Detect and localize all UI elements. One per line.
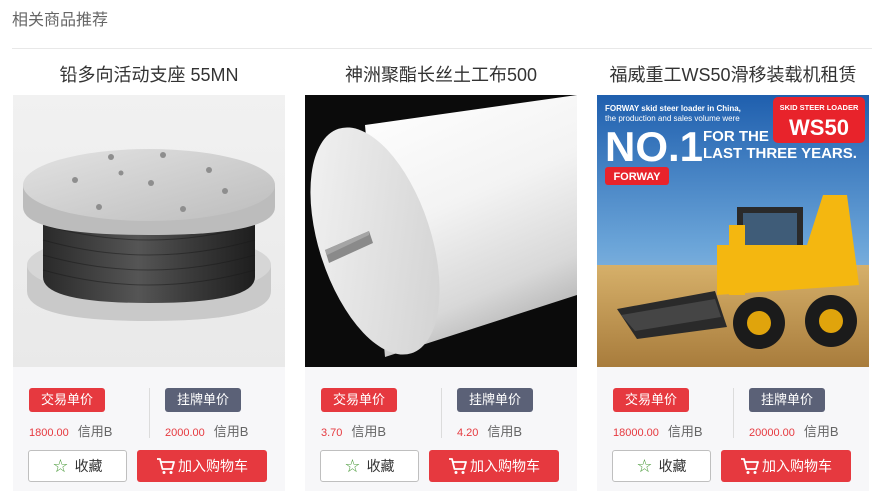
geotextile-roll-image: [305, 95, 577, 367]
product-card: 铅多向活动支座 55MN 交易单价 1800.00 信用B 挂牌单价 2000.…: [13, 49, 285, 491]
add-to-cart-label: 加入购物车: [470, 458, 540, 474]
ad-top-line-2: the production and sales volume were: [605, 114, 740, 123]
trade-price-unit: 信用B: [351, 424, 387, 439]
list-price-value: 2000.00: [165, 427, 205, 439]
price-panel: 交易单价 3.70 信用B 挂牌单价 4.20 信用B ☆ 收藏 加入购物车: [305, 367, 577, 491]
ad-badge-small: SKID STEER LOADER: [780, 103, 859, 112]
product-image[interactable]: [13, 95, 285, 367]
trade-price-value: 18000.00: [613, 427, 659, 439]
favorite-label: 收藏: [366, 458, 395, 474]
ad-logo: FORWAY: [613, 171, 661, 183]
add-to-cart-button[interactable]: 加入购物车: [429, 450, 559, 482]
trade-price-unit: 信用B: [77, 424, 113, 439]
product-card: 神洲聚酯长丝土工布500 交易单价 3.70 信用B 挂牌单价 4.20 信用B…: [305, 49, 577, 491]
cart-icon: [157, 458, 175, 474]
price-panel: 交易单价 18000.00 信用B 挂牌单价 20000.00 信用B ☆ 收藏 加…: [597, 367, 869, 491]
trade-price-tag: 交易单价: [321, 388, 398, 412]
cart-icon: [449, 458, 467, 474]
ad-tagline-2: LAST THREE YEARS.: [703, 145, 857, 162]
ad-headline: NO.1: [605, 123, 703, 170]
trade-price-value: 3.70: [321, 427, 343, 439]
product-title[interactable]: 铅多向活动支座 55MN: [13, 63, 285, 87]
ad-badge-big: WS50: [789, 115, 849, 140]
product-title[interactable]: 神洲聚酯长丝土工布500: [305, 63, 577, 87]
star-icon: ☆: [344, 456, 361, 476]
list-price-unit: 信用B: [803, 424, 839, 439]
list-price-block: 挂牌单价 2000.00 信用B: [165, 388, 248, 440]
product-image[interactable]: FORWAY skid steer loader in China, the p…: [597, 95, 869, 367]
price-divider: [441, 388, 442, 438]
star-icon: ☆: [52, 456, 69, 476]
trade-price-tag: 交易单价: [29, 388, 106, 412]
trade-price-unit: 信用B: [667, 424, 703, 439]
trade-price-block: 交易单价 1800.00 信用B: [29, 388, 112, 440]
favorite-button[interactable]: ☆ 收藏: [28, 450, 127, 482]
add-to-cart-label: 加入购物车: [178, 458, 248, 474]
favorite-button[interactable]: ☆ 收藏: [320, 450, 419, 482]
trade-price-tag: 交易单价: [613, 388, 690, 412]
product-image[interactable]: [305, 95, 577, 367]
list-price-tag: 挂牌单价: [457, 388, 534, 412]
skid-steer-ad-image: FORWAY skid steer loader in China, the p…: [597, 95, 869, 367]
list-price-unit: 信用B: [213, 424, 249, 439]
list-price-value: 20000.00: [749, 427, 795, 439]
add-to-cart-button[interactable]: 加入购物车: [721, 450, 851, 482]
trade-price-block: 交易单价 3.70 信用B: [321, 388, 398, 440]
list-price-tag: 挂牌单价: [749, 388, 826, 412]
list-price-unit: 信用B: [487, 424, 523, 439]
section-title: 相关商品推荐: [12, 12, 109, 29]
trade-price-block: 交易单价 18000.00 信用B: [613, 388, 703, 440]
price-divider: [733, 388, 734, 438]
favorite-label: 收藏: [658, 458, 687, 474]
bearing-image: [13, 95, 285, 367]
list-price-tag: 挂牌单价: [165, 388, 242, 412]
favorite-button[interactable]: ☆ 收藏: [612, 450, 711, 482]
list-price-value: 4.20: [457, 427, 479, 439]
list-price-block: 挂牌单价 4.20 信用B: [457, 388, 534, 440]
product-card: 福威重工WS50滑移装载机租赁 FORWAY skid steer loader…: [597, 49, 869, 491]
add-to-cart-button[interactable]: 加入购物车: [137, 450, 267, 482]
favorite-label: 收藏: [74, 458, 103, 474]
product-title[interactable]: 福威重工WS50滑移装载机租赁: [597, 63, 869, 87]
star-icon: ☆: [636, 456, 653, 476]
ad-top-line-1: FORWAY skid steer loader in China,: [605, 104, 741, 113]
price-divider: [149, 388, 150, 438]
ad-tagline-1: FOR THE: [703, 128, 769, 145]
cart-icon: [741, 458, 759, 474]
add-to-cart-label: 加入购物车: [762, 458, 832, 474]
price-panel: 交易单价 1800.00 信用B 挂牌单价 2000.00 信用B ☆ 收藏 加入购…: [13, 367, 285, 491]
list-price-block: 挂牌单价 20000.00 信用B: [749, 388, 839, 440]
trade-price-value: 1800.00: [29, 427, 69, 439]
